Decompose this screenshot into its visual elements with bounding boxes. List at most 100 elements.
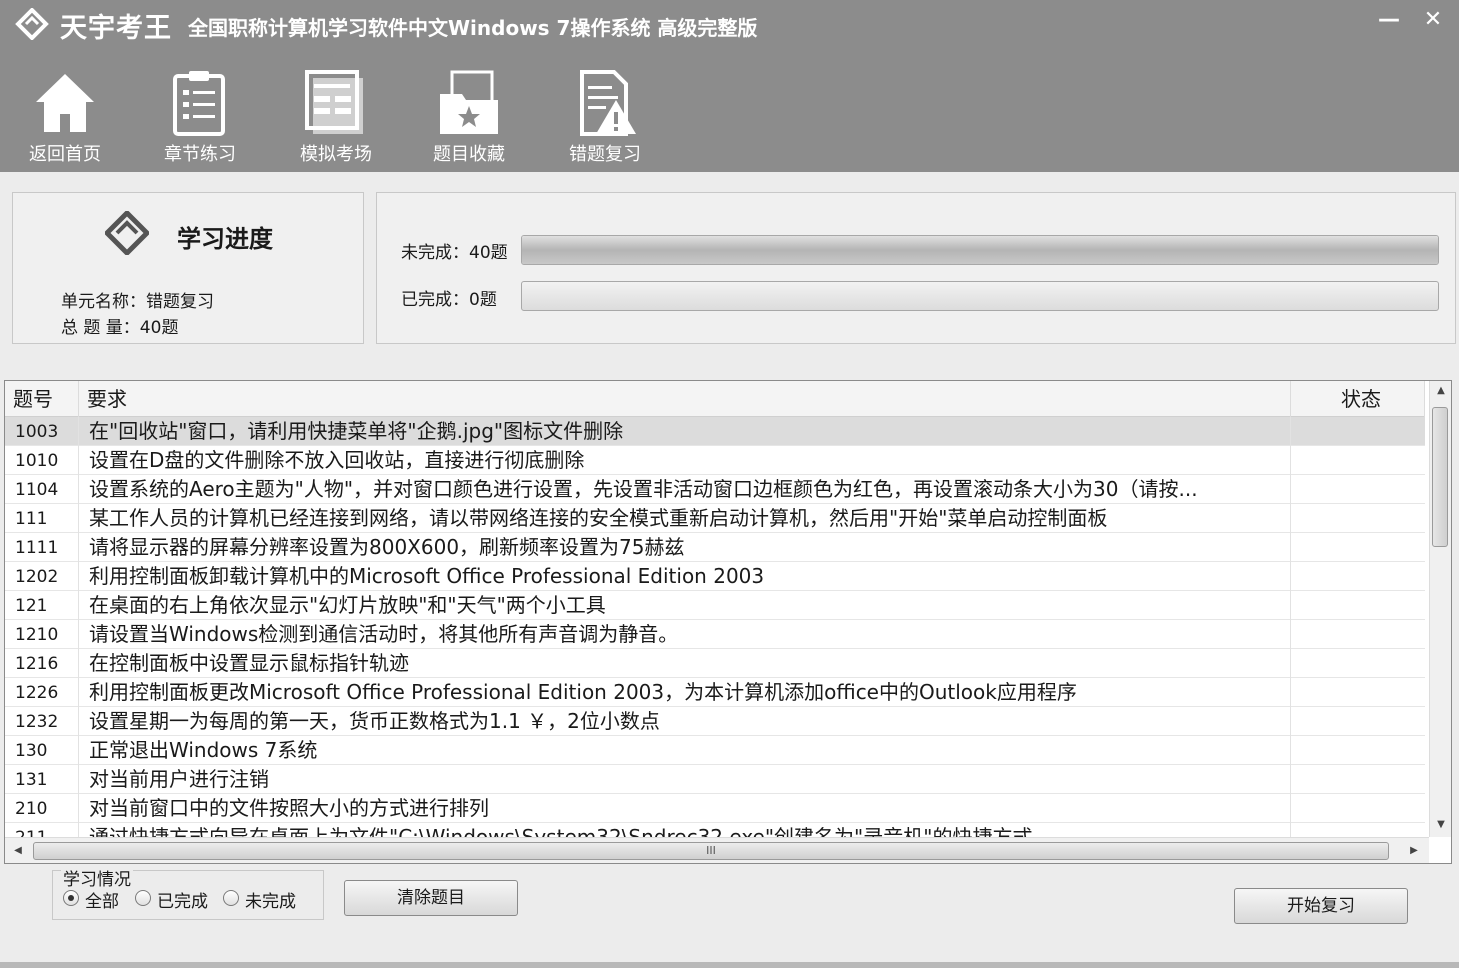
table-row[interactable]: 111 某工作人员的计算机已经连接到网络，请以带网络连接的安全模式重新启动计算机，… (5, 504, 1425, 533)
question-number: 121 (5, 591, 79, 620)
table-row[interactable]: 1232 设置星期一为每周的第一天，货币正数格式为1.1 ￥，2位小数点 (5, 707, 1425, 736)
scroll-down-arrow-icon[interactable]: ▼ (1430, 819, 1451, 830)
radio-label: 已完成 (157, 892, 208, 912)
toolbar-label: 题目收藏 (433, 144, 505, 165)
table-row[interactable]: 1226 利用控制面板更改Microsoft Office Professiona… (5, 678, 1425, 707)
table-row[interactable]: 1104 设置系统的Aero主题为"人物"，并对窗口颜色进行设置，先设置非活动窗口… (5, 475, 1425, 504)
toolbar-label: 章节练习 (164, 144, 236, 165)
total-count-text: 总 题 量：40题 (61, 318, 179, 338)
radio-selected-icon[interactable] (63, 890, 79, 906)
question-requirement: 请设置当Windows检测到通信活动时，将其他所有声音调为静音。 (79, 620, 1291, 649)
question-number: 210 (5, 794, 79, 823)
question-status (1291, 678, 1425, 707)
vertical-scroll-thumb[interactable] (1432, 407, 1448, 547)
clear-questions-button[interactable]: 清除题目 (344, 880, 518, 916)
incomplete-label: 未完成：40题 (401, 243, 508, 263)
question-status (1291, 620, 1425, 649)
question-requirement: 通过快捷方式向导在桌面上为文件"C:\Windows\System32\Sndr… (79, 823, 1291, 837)
question-status (1291, 533, 1425, 562)
question-requirement: 对当前窗口中的文件按照大小的方式进行排列 (79, 794, 1291, 823)
clipboard-list-icon (173, 71, 225, 136)
study-status-filter: 学习情况 全部 已完成 未完成 (52, 865, 324, 920)
column-header-requirement[interactable]: 要求 (79, 381, 1291, 417)
scroll-left-arrow-icon[interactable]: ◀ (7, 845, 29, 856)
complete-progress-bar (521, 281, 1439, 311)
table-row[interactable]: 121 在桌面的右上角依次显示"幻灯片放映"和"天气"两个小工具 (5, 591, 1425, 620)
incomplete-progress-fill (522, 236, 1438, 264)
start-review-button[interactable]: 开始复习 (1234, 888, 1408, 924)
toolbar-favorites-button[interactable]: 题目收藏 (406, 66, 526, 166)
question-number: 1202 (5, 562, 79, 591)
scroll-up-arrow-icon[interactable]: ▲ (1430, 385, 1451, 396)
table-row[interactable]: 210 对当前窗口中的文件按照大小的方式进行排列 (5, 794, 1425, 823)
complete-label: 已完成：0题 (401, 290, 497, 310)
question-status (1291, 765, 1425, 794)
close-button[interactable]: ✕ (1416, 4, 1450, 36)
toolbar-label: 模拟考场 (300, 144, 372, 165)
horizontal-scrollbar[interactable]: ◀ III ▶ (5, 837, 1429, 863)
table-row[interactable]: 1111 请将显示器的屏幕分辨率设置为800X600，刷新频率设置为75赫兹 (5, 533, 1425, 562)
question-status (1291, 736, 1425, 765)
radio-icon[interactable] (223, 890, 239, 906)
table-row[interactable]: 130 正常退出Windows 7系统 (5, 736, 1425, 765)
question-number: 131 (5, 765, 79, 794)
list-header: 题号 要求 状态 (5, 381, 1425, 417)
question-requirement: 在控制面板中设置显示鼠标指针轨迹 (79, 649, 1291, 678)
status-strip (0, 962, 1459, 968)
vertical-scrollbar[interactable]: ▲ ▼ (1429, 381, 1451, 837)
question-status (1291, 707, 1425, 736)
column-header-status[interactable]: 状态 (1291, 381, 1425, 417)
radio-icon[interactable] (135, 890, 151, 906)
question-status (1291, 823, 1425, 837)
question-requirement: 正常退出Windows 7系统 (79, 736, 1291, 765)
progress-logo-icon (105, 211, 149, 255)
progress-bars-panel: 未完成：40题 已完成：0题 (376, 192, 1456, 344)
brand-name: 天宇考王 (60, 13, 172, 44)
table-row[interactable]: 1210 请设置当Windows检测到通信活动时，将其他所有声音调为静音。 (5, 620, 1425, 649)
toolbar-chapter-practice-button[interactable]: 章节练习 (137, 66, 257, 166)
list-rows: 1003 在"回收站"窗口，请利用快捷菜单将"企鹅.jpg"图标文件删除 1010 设… (5, 417, 1425, 837)
toolbar-home-button[interactable]: 返回首页 (2, 66, 122, 166)
question-number: 1210 (5, 620, 79, 649)
home-icon (36, 74, 94, 132)
table-row[interactable]: 211通过快捷方式向导在桌面上为文件"C:\Windows\System32\S… (5, 823, 1425, 837)
question-status (1291, 417, 1425, 446)
question-status (1291, 504, 1425, 533)
question-requirement: 设置系统的Aero主题为"人物"，并对窗口颜色进行设置，先设置非活动窗口边框颜色… (79, 475, 1291, 504)
table-row[interactable]: 1216 在控制面板中设置显示鼠标指针轨迹 (5, 649, 1425, 678)
toolbar-error-review-button[interactable]: 错题复习 (542, 66, 662, 166)
question-requirement: 某工作人员的计算机已经连接到网络，请以带网络连接的安全模式重新启动计算机，然后用… (79, 504, 1291, 533)
question-number: 1232 (5, 707, 79, 736)
table-row[interactable]: 1202 利用控制面板卸载计算机中的Microsoft Office Profes… (5, 562, 1425, 591)
scroll-right-arrow-icon[interactable]: ▶ (1403, 845, 1425, 856)
table-row[interactable]: 1003 在"回收站"窗口，请利用快捷菜单将"企鹅.jpg"图标文件删除 (5, 417, 1425, 446)
window-title: 全国职称计算机学习软件中文Windows 7操作系统 高级完整版 (188, 16, 758, 40)
radio-label: 全部 (85, 892, 119, 912)
exam-sheet-icon (305, 70, 363, 134)
table-row[interactable]: 131 对当前用户进行注销 (5, 765, 1425, 794)
question-requirement: 利用控制面板更改Microsoft Office Professional Ed… (79, 678, 1291, 707)
question-status (1291, 562, 1425, 591)
question-list[interactable]: 题号 要求 状态 1003 在"回收站"窗口，请利用快捷菜单将"企鹅.jpg"图标… (4, 380, 1452, 864)
question-requirement: 在"回收站"窗口，请利用快捷菜单将"企鹅.jpg"图标文件删除 (79, 417, 1291, 446)
question-requirement: 利用控制面板卸载计算机中的Microsoft Office Profession… (79, 562, 1291, 591)
column-header-number[interactable]: 题号 (5, 381, 79, 417)
question-number: 111 (5, 504, 79, 533)
question-number: 1216 (5, 649, 79, 678)
progress-info-panel: 学习进度 单元名称：错题复习 总 题 量：40题 (12, 192, 364, 344)
table-row[interactable]: 1010 设置在D盘的文件删除不放入回收站，直接进行彻底删除 (5, 446, 1425, 475)
toolbar-label: 返回首页 (29, 144, 101, 165)
incomplete-progress-bar (521, 235, 1439, 265)
question-number: 1010 (5, 446, 79, 475)
horizontal-scroll-thumb[interactable]: III (33, 842, 1389, 860)
question-status (1291, 649, 1425, 678)
toolbar-label: 错题复习 (569, 144, 641, 165)
question-number: 1226 (5, 678, 79, 707)
minimize-button[interactable]: — (1372, 4, 1406, 36)
toolbar-mock-exam-button[interactable]: 模拟考场 (273, 66, 393, 166)
title-toolbar-area: 天宇考王 全国职称计算机学习软件中文Windows 7操作系统 高级完整版 — … (0, 0, 1459, 172)
question-requirement: 设置在D盘的文件删除不放入回收站，直接进行彻底删除 (79, 446, 1291, 475)
question-status (1291, 446, 1425, 475)
folder-star-icon (440, 70, 498, 134)
question-requirement: 请将显示器的屏幕分辨率设置为800X600，刷新频率设置为75赫兹 (79, 533, 1291, 562)
